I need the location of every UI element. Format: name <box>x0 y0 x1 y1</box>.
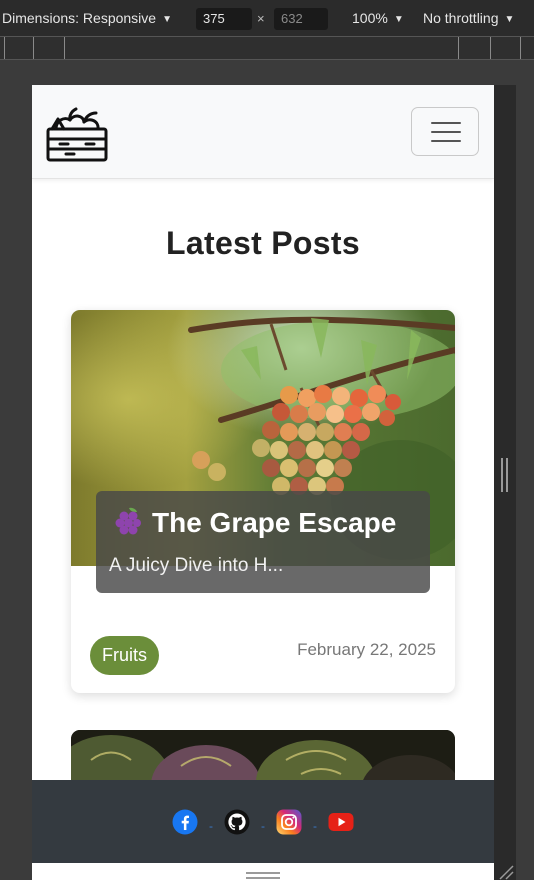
youtube-icon[interactable] <box>328 809 354 835</box>
ruler-tick <box>490 37 491 59</box>
zoom-dropdown[interactable]: 100% ▼ <box>352 10 404 26</box>
height-input[interactable]: 632 <box>274 8 328 30</box>
instagram-icon[interactable] <box>276 809 302 835</box>
ruler-tick <box>33 37 34 59</box>
post-overlay[interactable]: The Grape Escape A Juicy Dive into H... <box>96 491 430 593</box>
resize-handle-icon[interactable] <box>500 458 510 492</box>
throttling-label: No throttling <box>423 10 499 26</box>
hamburger-icon-line <box>431 131 461 133</box>
dimensions-dropdown[interactable]: Dimensions: Responsive ▼ <box>2 10 172 26</box>
devtools-toolbar: Dimensions: Responsive ▼ 375 × 632 100% ▼ … <box>0 0 534 38</box>
hamburger-icon-line <box>431 140 461 142</box>
ruler-tick <box>520 37 521 59</box>
grape-emoji-icon <box>115 507 141 535</box>
media-query-ruler[interactable] <box>0 36 534 60</box>
throttling-dropdown[interactable]: No throttling ▼ <box>423 10 514 26</box>
times-symbol: × <box>257 11 265 26</box>
ruler-tick <box>458 37 459 59</box>
social-links: - - - <box>32 807 494 837</box>
chevron-down-icon: ▼ <box>504 14 515 25</box>
separator: - <box>313 819 317 833</box>
post-date: February 22, 2025 <box>297 640 436 659</box>
ruler-tick <box>4 37 5 59</box>
facebook-icon[interactable] <box>172 809 198 835</box>
category-badge[interactable]: Fruits <box>90 636 159 675</box>
chevron-down-icon: ▼ <box>162 14 172 25</box>
hamburger-icon <box>431 122 461 124</box>
separator: - <box>209 819 213 833</box>
produce-crate-logo-icon[interactable] <box>46 107 108 163</box>
github-icon[interactable] <box>224 809 250 835</box>
ruler-tick <box>64 37 65 59</box>
post-subtitle: A Juicy Dive into H... <box>109 555 284 576</box>
dimensions-label: Dimensions: Responsive <box>2 10 157 26</box>
page-title: Latest Posts <box>166 225 360 261</box>
emulated-page: Latest Posts The Grape Escape A Juicy Di… <box>32 85 494 880</box>
bottom-resize-handle-icon[interactable] <box>246 870 280 880</box>
zoom-label: 100% <box>352 10 388 26</box>
post-title: The Grape Escape <box>114 506 396 539</box>
navbar <box>32 85 494 179</box>
navbar-toggler-button[interactable] <box>411 107 479 156</box>
footer: - - - <box>32 780 494 863</box>
post-card[interactable]: The Grape Escape A Juicy Dive into H... … <box>71 310 455 693</box>
chevron-down-icon: ▼ <box>393 14 404 25</box>
post-title-text: The Grape Escape <box>152 507 397 538</box>
corner-resize-grip-icon[interactable] <box>498 864 514 880</box>
width-input[interactable]: 375 <box>196 8 252 30</box>
separator: - <box>261 819 265 833</box>
